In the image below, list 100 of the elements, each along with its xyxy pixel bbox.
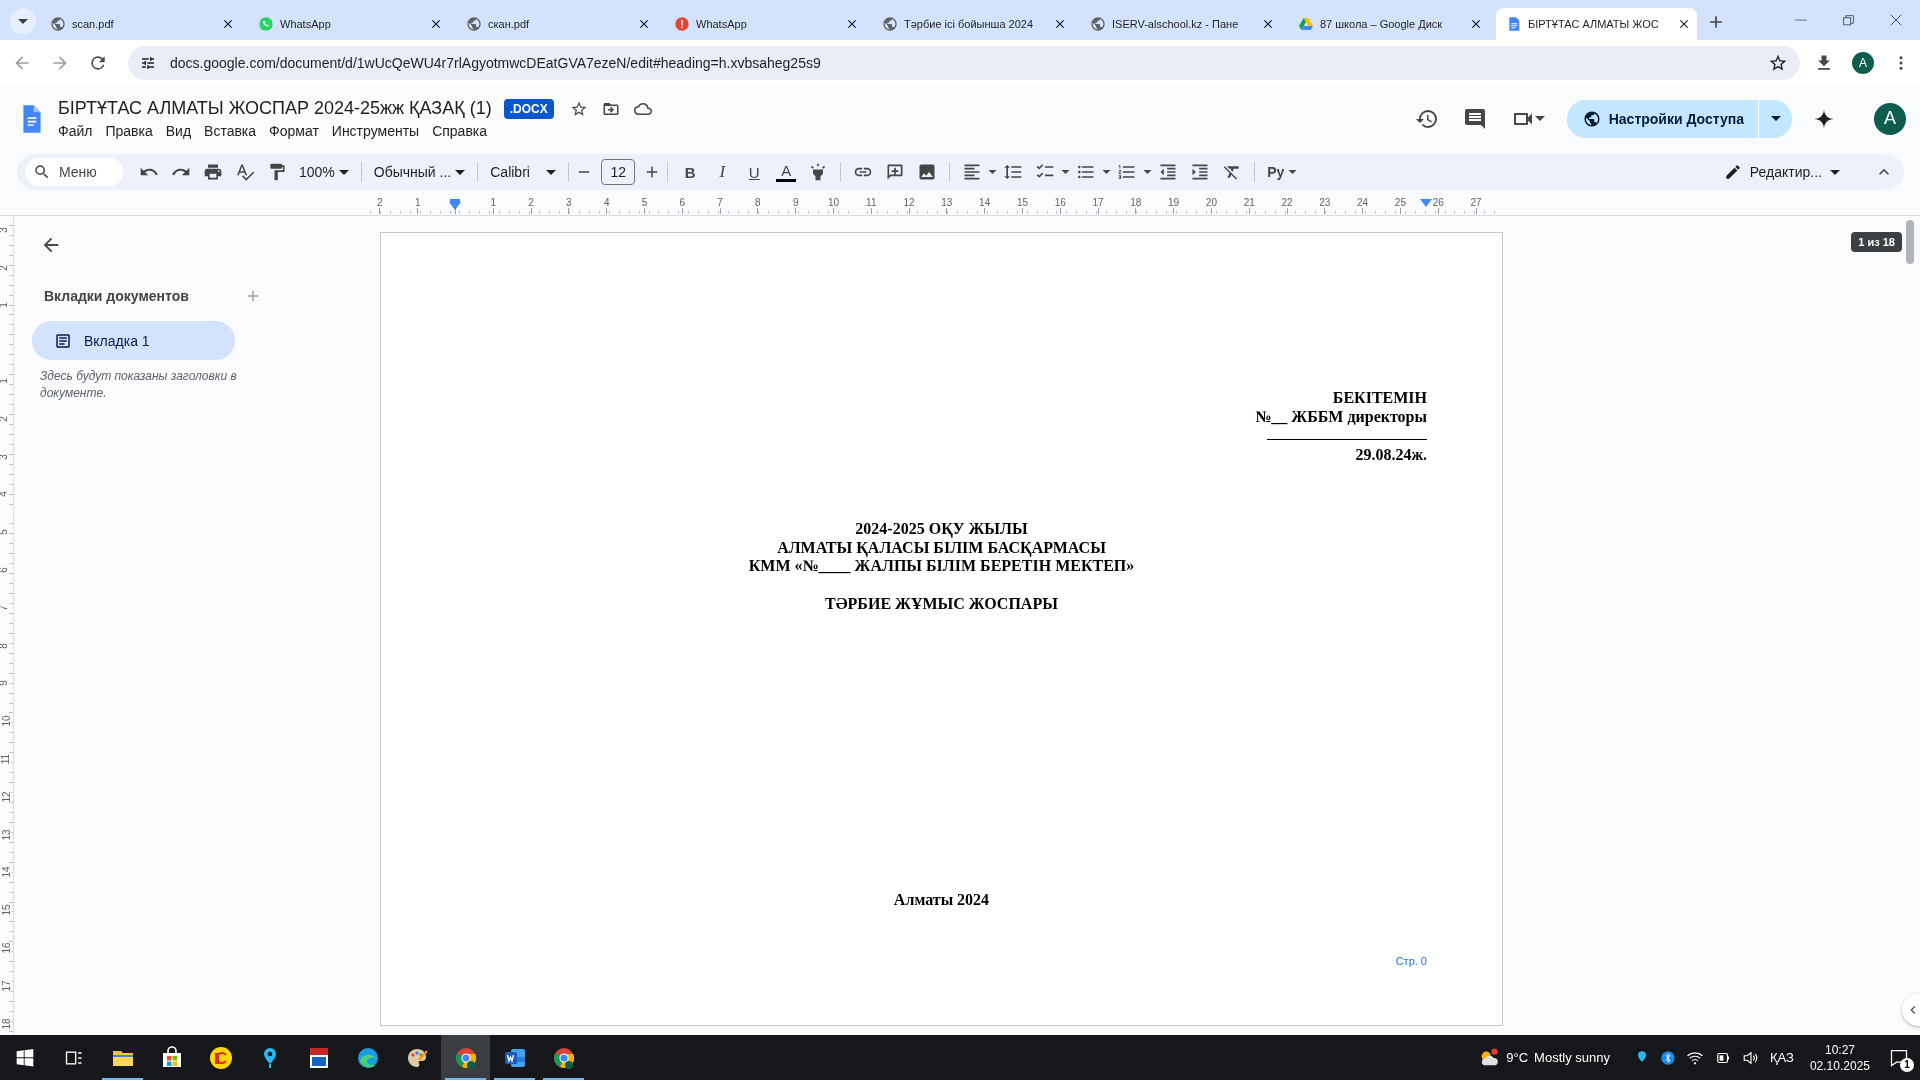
font-size-field[interactable]: 12 (601, 159, 636, 185)
globe-icon (882, 16, 898, 32)
browser-tab[interactable]: 87 школа – Google Диск (1288, 8, 1489, 40)
browser-tab[interactable]: БІРТҰТАС АЛМАТЫ ЖОС (1496, 8, 1697, 40)
browser-tab[interactable]: WhatsApp (248, 8, 449, 40)
decrease-indent-icon[interactable] (1158, 162, 1179, 182)
account-avatar[interactable]: A (1874, 102, 1906, 135)
close-icon[interactable] (845, 17, 859, 31)
close-icon[interactable] (429, 17, 443, 31)
restore-icon[interactable] (1842, 13, 1855, 27)
close-icon[interactable] (1889, 13, 1903, 27)
file-format-badge: .DOCX (503, 98, 554, 119)
underline-button[interactable]: U (744, 163, 765, 181)
spellcheck-icon[interactable] (235, 162, 255, 182)
indent-marker[interactable] (1420, 199, 1432, 207)
docs-logo-icon[interactable] (20, 102, 44, 135)
indent-marker[interactable] (449, 199, 461, 210)
image-icon[interactable] (917, 162, 938, 182)
increase-indent-icon[interactable] (1190, 162, 1211, 182)
menu-item[interactable]: Вид (165, 123, 199, 139)
menu-item[interactable]: Правка (105, 123, 160, 139)
italic-button[interactable]: I (712, 162, 733, 182)
text-color-button[interactable]: A (776, 162, 797, 182)
ruler-number: 16 (1, 942, 12, 954)
style-dropdown[interactable]: Обычный ... (367, 158, 472, 186)
notification-button[interactable]: 1 (1886, 1044, 1912, 1071)
scrollbar-thumb[interactable] (1906, 220, 1914, 264)
font-dropdown[interactable]: Calibri (484, 158, 563, 186)
browser-tab[interactable]: Тәрбие ісі бойынша 2024 (872, 8, 1073, 40)
close-icon[interactable] (1469, 17, 1483, 31)
ruler-number: 24 (1356, 197, 1370, 208)
weather-condition: Mostly sunny (1534, 1050, 1610, 1065)
caret-icon (1288, 170, 1298, 174)
close-icon[interactable] (1677, 17, 1691, 31)
ruler-number: 1 (0, 378, 9, 384)
caret-icon (338, 169, 349, 175)
close-icon[interactable] (1053, 17, 1067, 31)
caret-icon (546, 169, 557, 175)
browser-tab[interactable]: ISERV-alschool.kz - Пане (1080, 8, 1281, 40)
comments-icon[interactable] (1462, 106, 1487, 131)
bluetooth-icon[interactable] (1660, 1049, 1676, 1066)
document-tab[interactable]: Вкладка 1 (32, 321, 235, 360)
ruler-number: 15 (1015, 197, 1029, 208)
browser-tab[interactable]: scan.pdf (40, 8, 241, 40)
caret-icon[interactable] (1102, 170, 1112, 174)
profile-avatar[interactable]: A (1852, 51, 1874, 74)
page-number: Стр. 0 (1395, 954, 1427, 969)
bold-button[interactable]: B (680, 163, 701, 181)
globe-icon (466, 16, 482, 32)
caret-icon (1770, 116, 1781, 121)
browser-tab[interactable]: скан.pdf (456, 8, 657, 40)
taskbar-app[interactable] (441, 1035, 490, 1080)
caret-icon (455, 169, 466, 175)
close-icon[interactable] (1261, 17, 1275, 31)
ruler-number: 10 (1, 715, 12, 727)
input-tools-dropdown[interactable]: Ру (1261, 158, 1304, 186)
editing-mode-dropdown[interactable]: Редактир... (1717, 158, 1846, 186)
ruler-number: 2 (0, 416, 9, 422)
ruler-number: 2 (527, 197, 535, 208)
caret-icon[interactable] (1143, 170, 1153, 174)
print-icon[interactable] (203, 162, 223, 182)
caret-icon[interactable] (988, 170, 998, 174)
site-settings-icon[interactable] (140, 54, 156, 71)
address-bar[interactable]: docs.google.com/document/d/1wUcQeWU4r7rlAgyotmwcDEatGVA7ezeN/edit#heading=h.xvbsaheg25s9 (128, 45, 1800, 80)
menu-item[interactable]: Формат (269, 123, 326, 139)
ruler-number: 5 (0, 529, 9, 536)
pencil-icon (1723, 163, 1742, 181)
ruler-number: 8 (754, 197, 762, 208)
menu-item[interactable]: Файл (58, 123, 100, 139)
ruler-number: 2 (376, 197, 384, 208)
ruler-number: 19 (1167, 197, 1181, 208)
share-dropdown[interactable] (1758, 99, 1792, 138)
zoom-dropdown[interactable]: 100% (293, 158, 355, 186)
menu-item[interactable]: Вставка (204, 123, 264, 139)
caret-icon[interactable] (1061, 170, 1071, 174)
menu-search-field[interactable]: Меню (25, 158, 123, 186)
align-left-icon[interactable] (962, 162, 983, 182)
round-browser-icon (453, 1045, 478, 1070)
globe-icon (1090, 16, 1106, 32)
line-spacing-icon[interactable] (1003, 162, 1024, 182)
numbered-list-icon[interactable] (1117, 162, 1138, 182)
add-comment-icon[interactable] (885, 162, 906, 182)
clock[interactable]: 10:27 02.10.2025 (1809, 1041, 1870, 1074)
browser-tab[interactable]: WhatsApp (664, 8, 865, 40)
search-icon (33, 163, 51, 181)
menu-item[interactable]: Инструменты (331, 123, 427, 139)
ruler-number: 27 (1469, 197, 1483, 208)
ruler-number: 17 (1091, 197, 1105, 208)
close-icon[interactable] (221, 17, 235, 31)
close-icon[interactable] (637, 17, 651, 31)
menu-item[interactable]: Справка (432, 123, 495, 139)
input-language[interactable]: ҚАЗ (1770, 1050, 1794, 1065)
caret-icon[interactable] (1534, 116, 1545, 121)
document-title[interactable]: БІРТҰТАС АЛМАТЫ ЖОСПАР 2024-25жж ҚАЗАҚ (1) (58, 98, 492, 119)
ruler-number: 5 (640, 197, 649, 208)
ruler-number: 18 (1129, 197, 1143, 208)
tab-search-button[interactable] (10, 8, 36, 34)
paint-format-icon[interactable] (267, 162, 287, 182)
ruler-number: 9 (791, 197, 800, 208)
heading-line: КММ «№____ ЖАЛПЫ БІЛІМ БЕРЕТІН МЕКТЕП» (748, 557, 1135, 576)
